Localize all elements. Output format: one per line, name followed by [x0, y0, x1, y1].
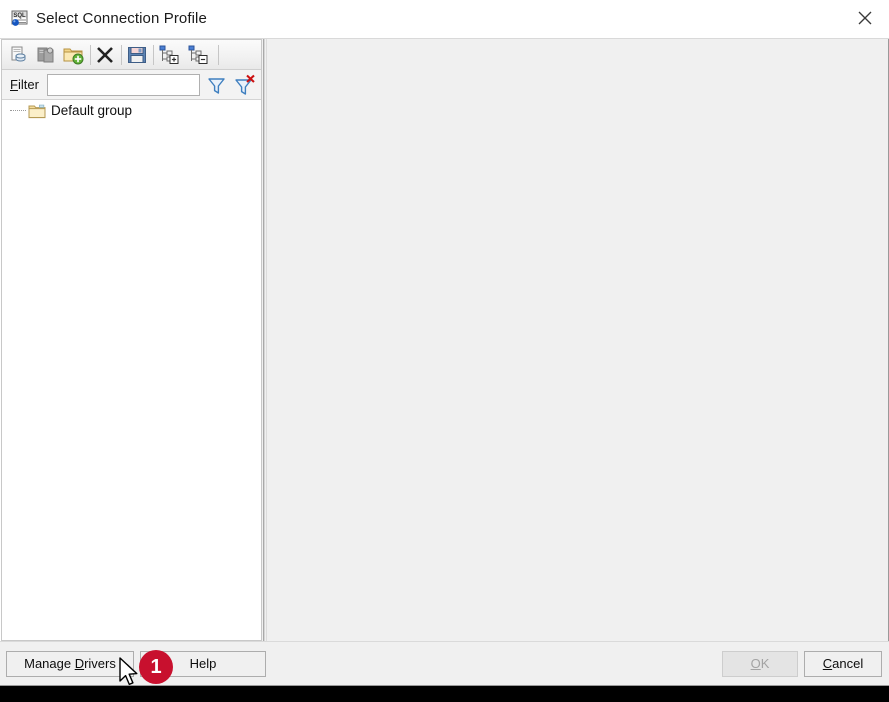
toolbar-separator: [218, 45, 219, 65]
toolbar-separator: [121, 45, 122, 65]
filter-label: Filter: [10, 77, 39, 92]
tree-connector-line: [10, 100, 28, 121]
profile-toolbar: [2, 40, 261, 70]
filter-label-rest: ilter: [18, 77, 39, 92]
profile-tree-panel: Filter: [1, 39, 262, 641]
delete-profile-button[interactable]: [93, 43, 117, 67]
ok-button[interactable]: OK: [722, 651, 798, 677]
title-bar: SQL Select Connection Profile: [0, 0, 889, 39]
toolbar-separator: [153, 45, 154, 65]
page-title: Select Connection Profile: [36, 10, 207, 27]
manage-drivers-button[interactable]: Manage Drivers: [6, 651, 134, 677]
cancel-suffix: ancel: [832, 656, 863, 671]
ok-suffix: K: [761, 656, 770, 671]
ok-mnemonic: O: [751, 656, 761, 671]
cancel-mnemonic: C: [823, 656, 832, 671]
filter-row: Filter: [2, 70, 261, 100]
sql-database-icon: SQL: [10, 9, 30, 29]
expand-all-button[interactable]: [157, 43, 181, 67]
help-prefix: Help: [190, 656, 217, 671]
save-profiles-button[interactable]: [125, 43, 149, 67]
select-connection-profile-dialog: SQL Select Connection Profile: [0, 0, 889, 686]
manage-drivers-prefix: Manage: [24, 656, 75, 671]
copy-profile-button[interactable]: [7, 43, 31, 67]
dialog-button-bar: Manage Drivers Help OK Cancel: [0, 641, 889, 685]
new-group-button[interactable]: [61, 43, 85, 67]
screen-bottom-strip: [0, 686, 889, 702]
paste-profile-button[interactable]: [34, 43, 58, 67]
profile-tree[interactable]: Default group: [2, 100, 261, 640]
filter-label-mnemonic: F: [10, 77, 18, 92]
funnel-clear-icon[interactable]: [233, 74, 256, 97]
funnel-icon[interactable]: [205, 74, 228, 97]
tree-item-label: Default group: [51, 103, 132, 118]
tree-item-default-group[interactable]: Default group: [2, 100, 261, 121]
profile-detail-panel: [266, 39, 888, 641]
manage-drivers-suffix: rivers: [84, 656, 116, 671]
cancel-button[interactable]: Cancel: [804, 651, 882, 677]
toolbar-separator: [90, 45, 91, 65]
manage-drivers-mnemonic: D: [75, 656, 84, 671]
filter-input[interactable]: [47, 74, 200, 96]
folder-icon: [28, 103, 46, 119]
svg-text:SQL: SQL: [13, 13, 26, 19]
step-badge-1: 1: [139, 650, 173, 684]
close-icon[interactable]: [843, 0, 889, 37]
collapse-all-button[interactable]: [186, 43, 210, 67]
